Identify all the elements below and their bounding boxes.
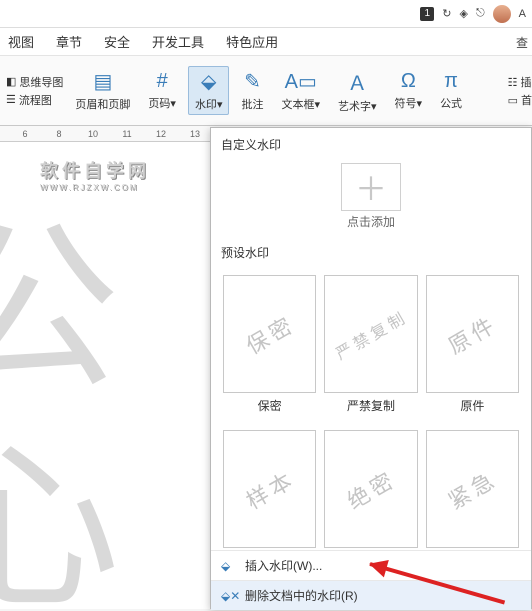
plus-icon: ＋ xyxy=(355,164,387,210)
annotate-button[interactable]: ✎ 批注 xyxy=(235,67,269,114)
delete-wm-icon: ⬙✕ xyxy=(221,589,237,603)
symbol-icon: Ω xyxy=(401,70,416,93)
caption-baomi: 保密 xyxy=(223,397,316,414)
add-watermark-label: 点击添加 xyxy=(211,213,531,230)
ribbon-overflow: ☷插 ▭首 xyxy=(508,56,532,126)
watermark-icon: ⬙ xyxy=(201,69,216,94)
preset-grid-row2: 样本 绝密 紧急 xyxy=(211,420,531,550)
wordart-icon: Ａ xyxy=(347,67,367,96)
flowchart-button[interactable]: ☰流程图 xyxy=(6,92,63,108)
header-footer-button[interactable]: ▤ 页眉和页脚 xyxy=(69,67,136,114)
custom-wm-title: 自定义水印 xyxy=(211,128,531,157)
annotate-icon: ✎ xyxy=(244,69,261,94)
avatar[interactable] xyxy=(493,5,511,23)
gift-icon[interactable]: ⎋ xyxy=(476,7,485,20)
preset-yuanjian[interactable]: 原件 xyxy=(426,275,519,393)
mindmap-icon: ◧ xyxy=(6,75,16,88)
diamond-icon[interactable]: ◈ xyxy=(459,7,467,20)
formula-icon: π xyxy=(444,70,458,93)
watermark-dropdown: 自定义水印 ＋ 点击添加 预设水印 保密 严禁复制 原件 保密 严禁复制 原件 … xyxy=(210,127,532,609)
more-button-1[interactable]: ☷插 xyxy=(508,74,532,90)
document-canvas[interactable]: 软件自学网 WWW.RJZXW.COM 公 心 xyxy=(0,142,210,609)
symbol-button[interactable]: Ω 符号▾ xyxy=(389,68,429,113)
diagram-group: ◧思维导图 ☰流程图 xyxy=(6,74,63,108)
wordart-button[interactable]: Ａ 艺术字▾ xyxy=(332,65,383,116)
insert-wm-icon: ⬙ xyxy=(221,559,237,573)
textbox-icon: A▭ xyxy=(285,69,317,94)
preset-baomi[interactable]: 保密 xyxy=(223,275,316,393)
preset-yangben[interactable]: 样本 xyxy=(223,430,316,548)
bg-char-2: 心 xyxy=(0,382,120,609)
header-footer-icon: ▤ xyxy=(93,69,112,94)
title-bar: 1 ↻ ◈ ⎋ A xyxy=(0,0,532,28)
search-partial[interactable]: 查 xyxy=(516,28,532,56)
textbox-button[interactable]: A▭ 文本框▾ xyxy=(275,67,326,114)
ribbon-toolbar: ◧思维导图 ☰流程图 ▤ 页眉和页脚 # 页码▾ ⬙ 水印▾ ✎ 批注 A▭ 文… xyxy=(0,56,532,126)
formula-button[interactable]: π 公式 xyxy=(434,68,468,113)
menu-bar: 视图 章节 安全 开发工具 特色应用 xyxy=(0,28,532,56)
watermark-button[interactable]: ⬙ 水印▾ xyxy=(188,66,230,115)
user-letter: A xyxy=(519,8,526,20)
page-number-icon: # xyxy=(157,70,168,93)
preset-juemi[interactable]: 绝密 xyxy=(324,430,417,548)
caption-yanjinfuzhi: 严禁复制 xyxy=(324,397,417,414)
page-number-button[interactable]: # 页码▾ xyxy=(142,68,182,113)
preset-grid-row1: 保密 严禁复制 原件 xyxy=(211,265,531,395)
sync-icon[interactable]: ↻ xyxy=(442,7,451,20)
add-watermark-button[interactable]: ＋ xyxy=(341,163,401,211)
preset-jinji[interactable]: 紧急 xyxy=(426,430,519,548)
menu-devtools[interactable]: 开发工具 xyxy=(152,32,204,51)
notification-badge[interactable]: 1 xyxy=(420,7,434,21)
flowchart-icon: ☰ xyxy=(6,93,16,106)
menu-safety[interactable]: 安全 xyxy=(104,32,130,51)
menu-view[interactable]: 视图 xyxy=(8,32,34,51)
preset-wm-title: 预设水印 xyxy=(211,236,531,265)
menu-chapter[interactable]: 章节 xyxy=(56,32,82,51)
caption-yuanjian: 原件 xyxy=(426,397,519,414)
more-button-2[interactable]: ▭首 xyxy=(508,92,532,108)
mindmap-button[interactable]: ◧思维导图 xyxy=(6,74,63,90)
preset-captions-row1: 保密 严禁复制 原件 xyxy=(211,395,531,420)
preset-yanjinfuzhi[interactable]: 严禁复制 xyxy=(324,275,417,393)
menu-special[interactable]: 特色应用 xyxy=(226,32,278,51)
